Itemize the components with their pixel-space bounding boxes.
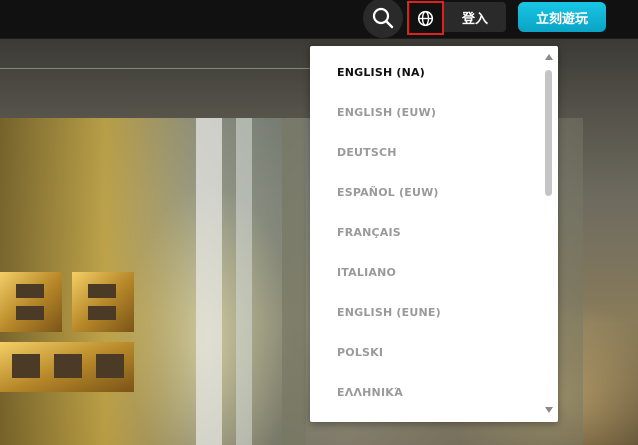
top-nav: 登入 立刻遊玩 (0, 0, 638, 39)
language-option-deutsch[interactable]: DEUTSCH (337, 146, 397, 159)
hero-tree (236, 118, 252, 445)
scroll-up-arrow-icon[interactable] (544, 52, 554, 62)
login-button[interactable]: 登入 (444, 2, 506, 32)
search-button[interactable] (363, 0, 403, 38)
language-dropdown: ENGLISH (NA) ENGLISH (EUW) DEUTSCH ESPAÑ… (310, 46, 558, 422)
hero-tree (196, 118, 222, 445)
language-option-english-euw[interactable]: ENGLISH (EUW) (337, 106, 436, 119)
hero-frame-line (0, 68, 310, 69)
globe-icon (417, 10, 434, 26)
language-option-greek[interactable]: ΕΛΛΗΝΙΚΆ (337, 386, 403, 399)
language-option-francais[interactable]: FRANÇAIS (337, 226, 401, 239)
hero-tree (282, 118, 306, 445)
play-now-button[interactable]: 立刻遊玩 (518, 2, 606, 32)
game-logo-art (0, 272, 134, 392)
language-selector-button[interactable] (407, 1, 444, 35)
language-option-english-eune[interactable]: ENGLISH (EUNE) (337, 306, 441, 319)
language-option-english-na[interactable]: ENGLISH (NA) (337, 66, 425, 79)
scroll-down-arrow-icon[interactable] (544, 405, 554, 415)
language-option-italiano[interactable]: ITALIANO (337, 266, 396, 279)
search-icon (372, 7, 394, 29)
language-option-polski[interactable]: POLSKI (337, 346, 383, 359)
scrollbar-thumb[interactable] (545, 70, 552, 196)
language-option-espanol-euw[interactable]: ESPAÑOL (EUW) (337, 186, 439, 199)
